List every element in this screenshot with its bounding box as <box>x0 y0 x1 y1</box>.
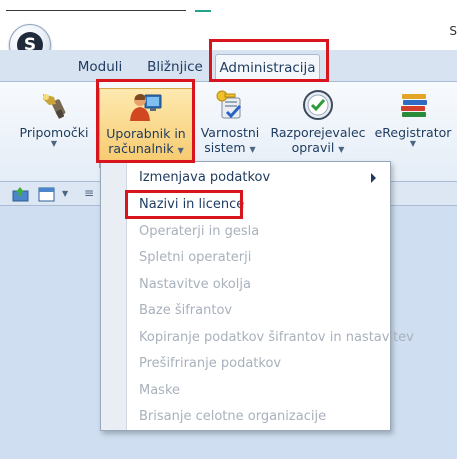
tools-icon <box>43 94 66 119</box>
razporejevalec-opravil-button[interactable]: Razporejevalec opravil ▼ <box>270 88 366 168</box>
varnostni-label-line2-wrap: sistem ▼ <box>196 140 264 157</box>
menu-item-presifriranje-podatkov: Prešifriranje podatkov <box>139 356 282 371</box>
menu-item-label: Izmenjava podatkov <box>139 170 271 185</box>
razporejevalec-label-line2-wrap: opravil ▼ <box>270 140 366 157</box>
upload-folder-icon[interactable] <box>12 186 30 202</box>
chevron-down-icon: ▼ <box>338 145 345 154</box>
menu-item-operaterji-in-gesla: Operaterji in gesla <box>139 224 260 239</box>
tab-bliznjice[interactable]: Bližnjice <box>140 54 210 80</box>
user-computer-icon <box>130 94 162 121</box>
window-icon[interactable] <box>38 186 56 202</box>
uporabnik-label-line2: računalnik <box>108 141 174 156</box>
title-fragment: S <box>449 24 457 38</box>
menu-icon-strip <box>101 162 127 430</box>
chevron-down-icon: ▼ <box>177 146 184 155</box>
submenu-arrow-icon <box>371 173 376 183</box>
uporabnik-in-racunalnik-button[interactable]: Uporabnik in računalnik ▼ <box>99 88 193 168</box>
menu-item-izmenjava-podatkov[interactable]: Izmenjava podatkov <box>139 167 384 189</box>
eregistrator-button[interactable]: eRegistrator ▼ <box>372 88 454 168</box>
chevron-down-icon: ▼ <box>249 145 256 154</box>
eregistrator-label: eRegistrator <box>374 125 452 140</box>
customize-toolbar-icon[interactable]: ≡ <box>84 186 94 200</box>
scheduler-clock-icon <box>303 90 333 120</box>
menu-item-spletni-operaterji: Spletni operaterji <box>139 250 252 265</box>
uporabnik-dropdown-menu: Izmenjava podatkov Nazivi in licence Ope… <box>100 161 414 431</box>
menu-item-kopiranje-podatkov: Kopiranje podatkov šifrantov in nastavit… <box>139 330 414 345</box>
menu-item-baze-sifrantov: Baze šifrantov <box>139 303 233 318</box>
chevron-down-icon[interactable]: ▼ <box>62 189 68 198</box>
ribbon-tab-bar: Moduli Bližnjice Administracija <box>0 50 457 82</box>
chevron-down-icon: ▼ <box>50 139 58 148</box>
razporejevalec-label-line1: Razporejevalec <box>270 125 366 140</box>
uporabnik-label-line2-wrap: računalnik ▼ <box>100 141 192 158</box>
menu-item-nazivi-in-licence[interactable]: Nazivi in licence <box>139 194 244 216</box>
uporabnik-label-line1: Uporabnik in <box>106 126 186 141</box>
menu-item-nastavitve-okolja: Nastavitve okolja <box>139 277 251 292</box>
varnostni-label-line1: Varnostni <box>200 125 260 140</box>
tab-administracija[interactable]: Administracija <box>215 54 320 82</box>
razporejevalec-label-line2: opravil <box>291 140 335 155</box>
menu-item-maske: Maske <box>139 383 181 398</box>
window-top-line <box>6 10 186 11</box>
menu-item-brisanje-organizacije: Brisanje celotne organizacije <box>139 409 327 424</box>
varnostni-label-line2: sistem <box>204 140 246 155</box>
books-icon <box>401 94 427 117</box>
tab-moduli[interactable]: Moduli <box>60 54 140 80</box>
pripomocki-label: Pripomočki <box>19 125 89 140</box>
pripomocki-button[interactable]: Pripomočki ▼ <box>14 88 94 168</box>
security-key-icon <box>216 90 242 119</box>
varnostni-sistem-button[interactable]: Varnostni sistem ▼ <box>196 88 264 168</box>
chevron-down-icon: ▼ <box>409 139 417 148</box>
